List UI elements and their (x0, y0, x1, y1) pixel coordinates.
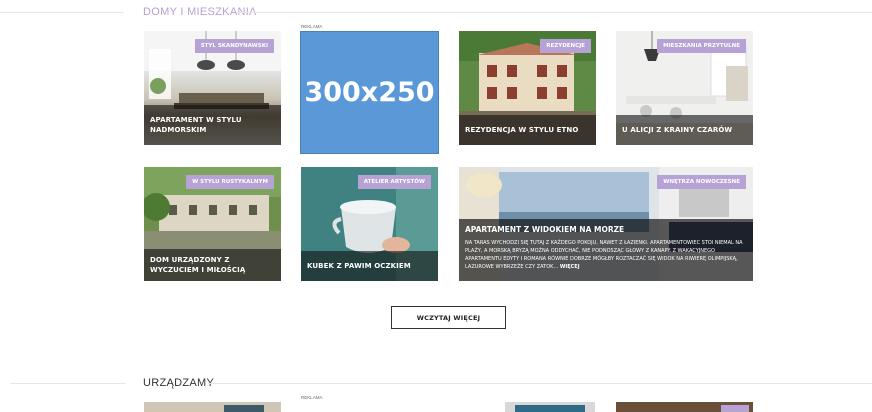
category-badge[interactable]: ATELIER ARTYSTÓW (357, 175, 431, 189)
article-card-kubek[interactable]: ATELIER ARTYSTÓW KUBEK Z PAWIM OCZKIEM (301, 167, 438, 281)
section-divider-left (10, 383, 126, 384)
ad-label: REKLAMA (301, 24, 323, 29)
article-card-rezydencja-etno[interactable]: REZYDENCJE REZYDENCJA W STYLU ETNO (459, 31, 596, 145)
article-card-apartament-z-widokiem[interactable]: WNĘTRZA NOWOCZESNE APARTAMENT Z WIDOKIEM… (459, 167, 753, 281)
section-divider-right (208, 383, 872, 384)
load-more-button[interactable]: WCZYTAJ WIĘCEJ (391, 306, 506, 329)
article-card-partial[interactable] (505, 402, 595, 412)
ad-banner-300x250[interactable]: 300x250 (300, 31, 439, 154)
category-badge[interactable]: REZYDENCJE (540, 39, 591, 53)
card-title[interactable]: DOM URZĄDZONY Z WYCZUCIEM I MIŁOŚCIĄ (144, 249, 281, 281)
category-badge[interactable]: WNĘTRZA NOWOCZESNE (657, 175, 746, 189)
article-card-alicja[interactable]: MIESZKANIA PRZYTULNE U ALICJI Z KRAINY C… (616, 31, 753, 145)
read-more-link[interactable]: WIĘCEJ (560, 264, 580, 270)
section-divider-right (236, 12, 872, 13)
article-card-partial[interactable] (616, 402, 753, 412)
article-card-partial[interactable] (144, 402, 281, 412)
card-title[interactable]: U ALICJI Z KRAINY CZARÓW (616, 115, 753, 145)
category-badge[interactable]: MIESZKANIA PRZYTULNE (657, 39, 746, 53)
wide-card-overlay: APARTAMENT Z WIDOKIEM NA MORZE NA TARAS … (459, 219, 753, 281)
article-card-apartament-nadmorski[interactable]: STYL SKANDYNAWSKI APARTAMENT W STYLU NAD… (144, 31, 281, 145)
card-excerpt-text: NA TARAS WYCHODZI SIĘ TUTAJ Z KAŻDEGO PO… (465, 240, 743, 270)
card-title[interactable]: REZYDENCJA W STYLU ETNO (459, 115, 596, 145)
category-badge[interactable]: STYL SKANDYNAWSKI (194, 39, 274, 53)
section-title-urzadzamy: URZĄDZAMY (143, 377, 215, 389)
section-divider-left (0, 12, 124, 13)
ad-label: REKLAMA (301, 395, 323, 400)
card-excerpt: NA TARAS WYCHODZI SIĘ TUTAJ Z KAŻDEGO PO… (465, 239, 747, 271)
article-card-dom-z-wyczuciem[interactable]: W STYLU RUSTYKALNYM DOM URZĄDZONY Z WYCZ… (144, 167, 281, 281)
card-title[interactable]: APARTAMENT W STYLU NADMORSKIM (144, 105, 281, 145)
card-title[interactable]: KUBEK Z PAWIM OCZKIEM (301, 251, 438, 281)
category-badge[interactable]: W STYLU RUSTYKALNYM (186, 175, 274, 189)
card-title[interactable]: APARTAMENT Z WIDOKIEM NA MORZE (465, 225, 747, 234)
